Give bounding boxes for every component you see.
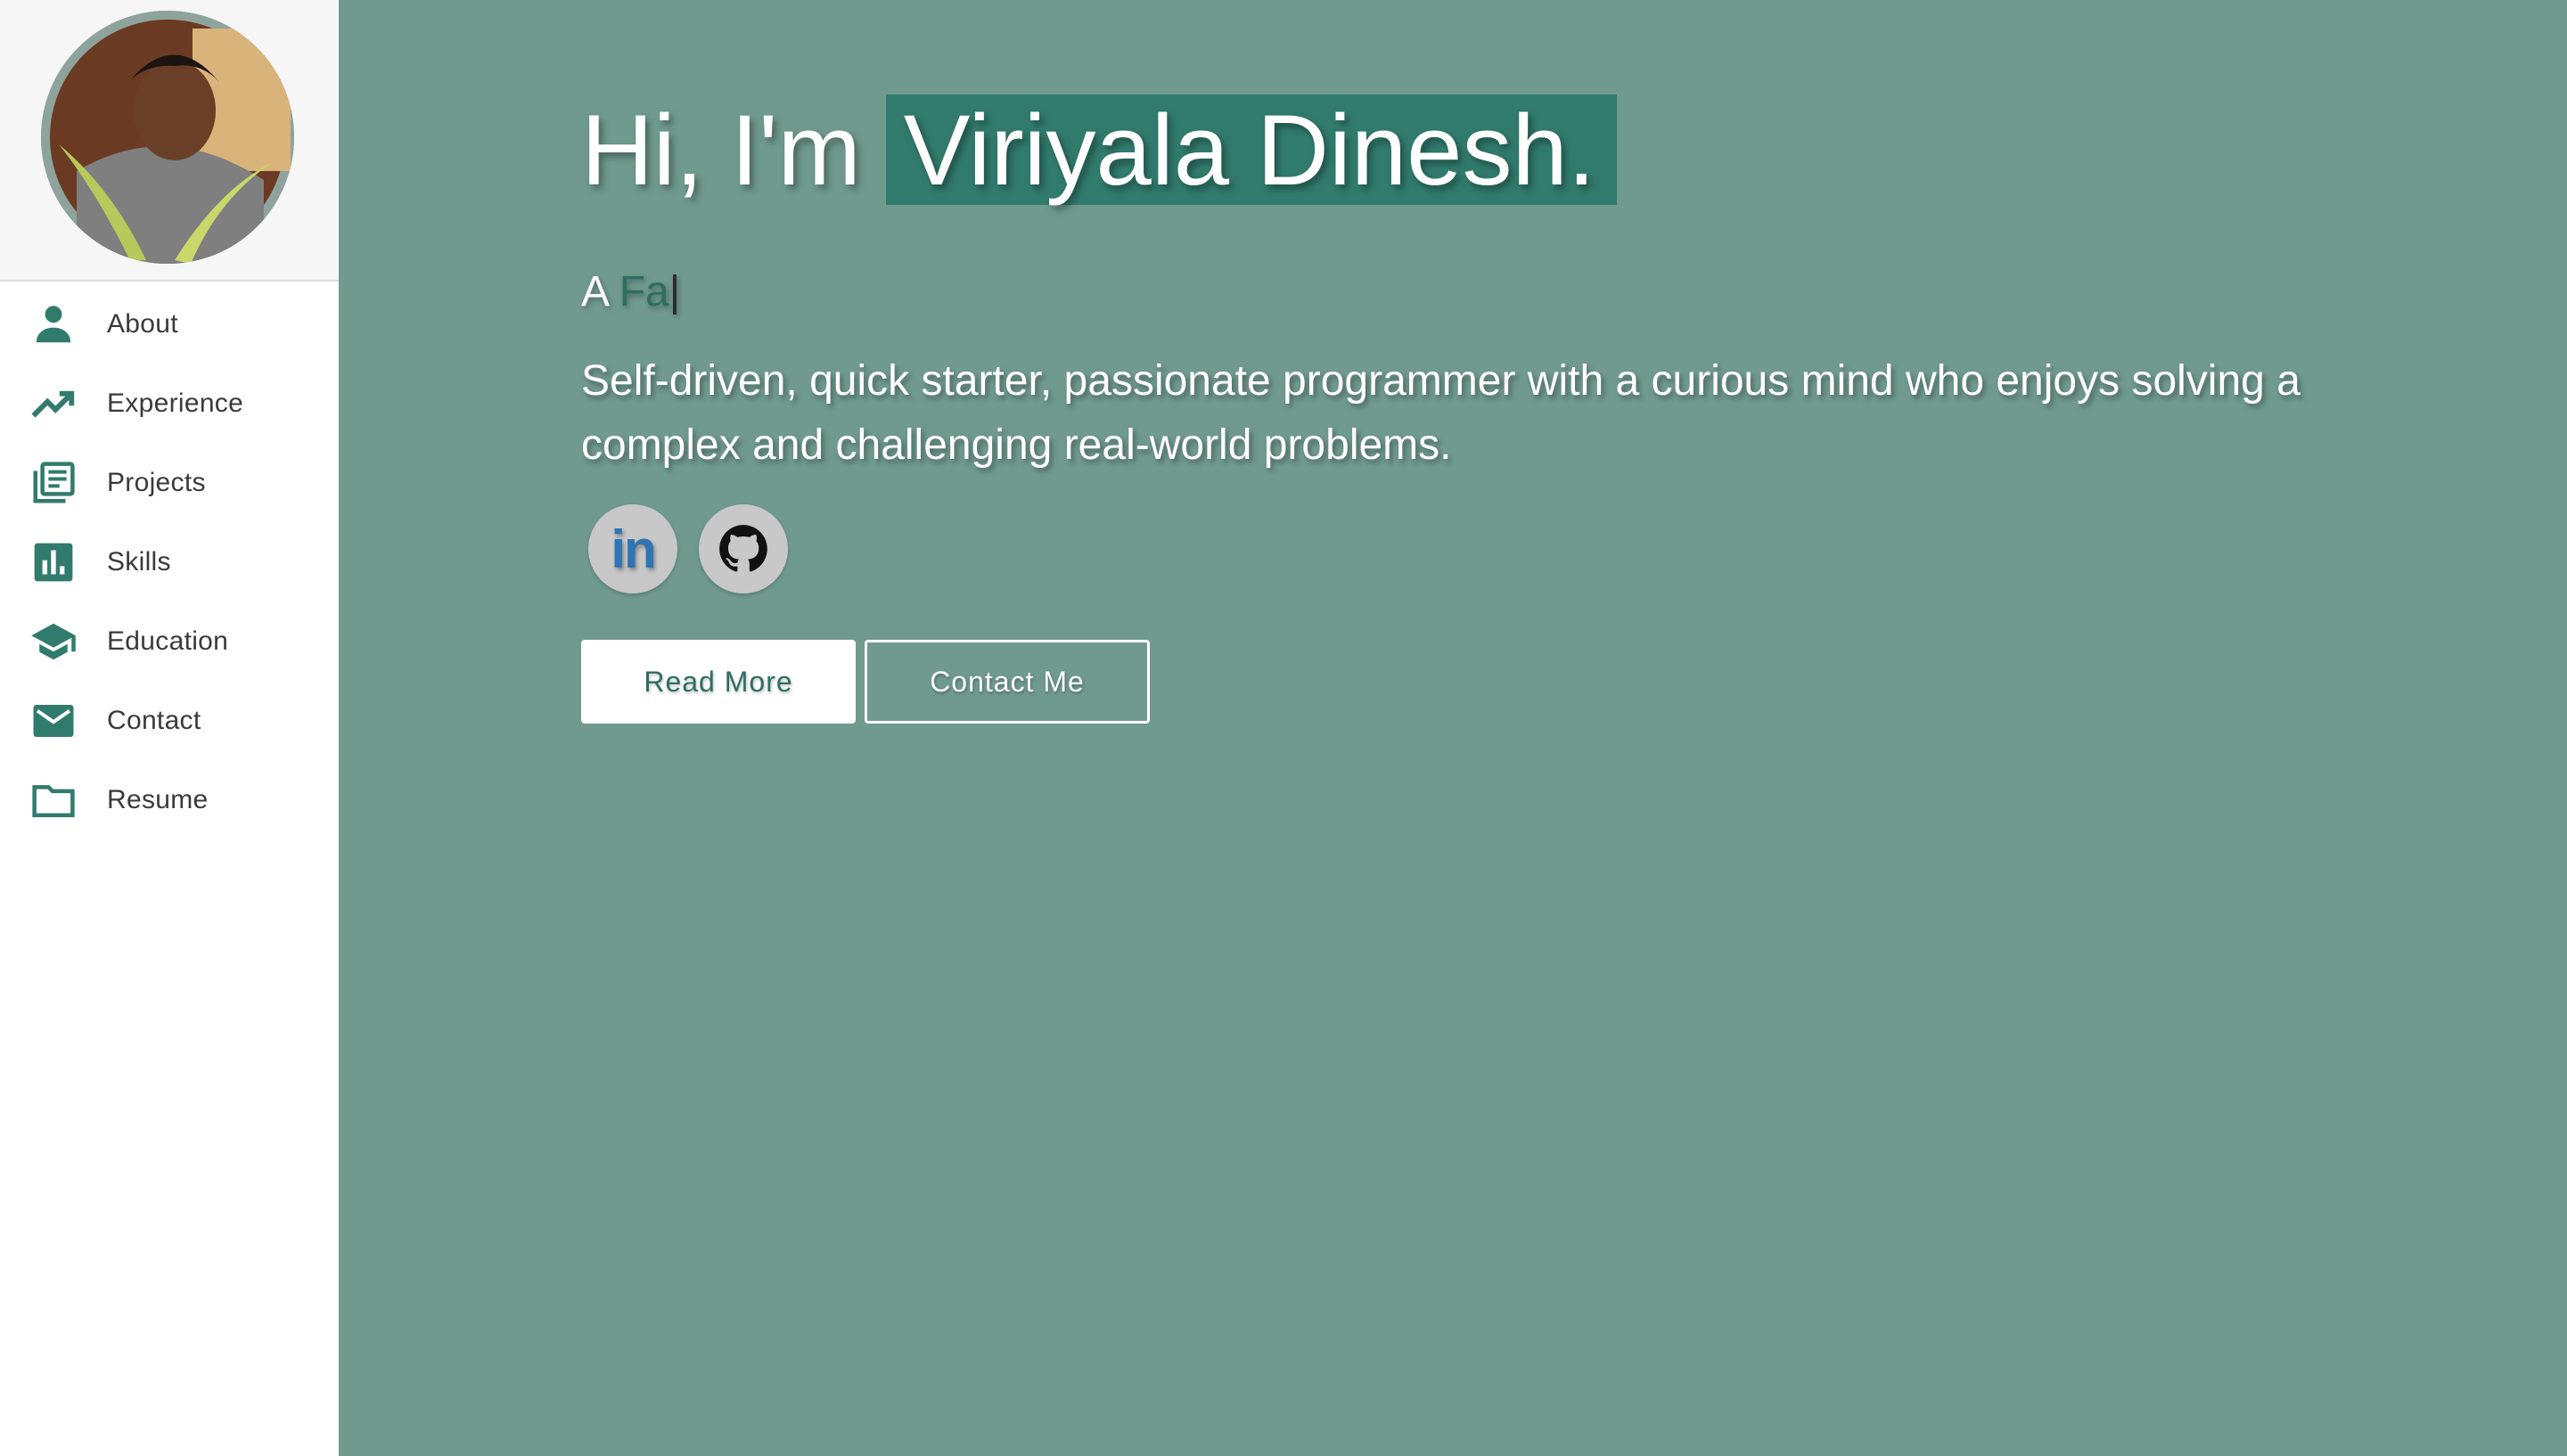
social-links: in bbox=[588, 504, 809, 593]
hero-description: Self-driven, quick starter, passionate p… bbox=[581, 357, 2300, 469]
sidebar-item-label: Resume bbox=[107, 785, 209, 814]
read-more-button[interactable]: Read More bbox=[581, 640, 856, 724]
sidebar-item-label: Projects bbox=[107, 468, 206, 497]
typed-role: A Fa| bbox=[581, 267, 680, 316]
hero-greeting: Hi, I'm bbox=[581, 94, 861, 206]
profile-header bbox=[0, 0, 339, 282]
typed-text: Fa bbox=[619, 268, 669, 315]
hero-title: Hi, I'm Viriyala Dinesh. bbox=[581, 89, 1617, 210]
folder-icon bbox=[29, 775, 78, 825]
person-icon bbox=[29, 299, 78, 349]
sidebar-item-experience[interactable]: Experience bbox=[0, 368, 339, 439]
sidebar-item-label: Contact bbox=[107, 706, 201, 735]
typed-prefix: A bbox=[581, 268, 608, 315]
sidebar-item-label: Skills bbox=[107, 547, 171, 577]
hero-name: Viriyala Dinesh. bbox=[885, 94, 1617, 206]
profile-photo bbox=[41, 11, 294, 264]
graduation-cap-icon bbox=[29, 617, 78, 667]
typed-cursor: | bbox=[668, 268, 681, 315]
contact-me-button[interactable]: Contact Me bbox=[865, 640, 1150, 724]
sidebar-item-about[interactable]: About bbox=[0, 289, 339, 360]
bar-chart-icon bbox=[29, 537, 78, 587]
sidebar-item-label: Education bbox=[107, 626, 229, 656]
mail-icon bbox=[29, 696, 78, 746]
sidebar-item-projects[interactable]: Projects bbox=[0, 447, 339, 519]
library-books-icon bbox=[29, 458, 78, 508]
sidebar-item-label: Experience bbox=[107, 389, 244, 418]
avatar bbox=[41, 11, 294, 264]
hero-section: Hi, I'm Viriyala Dinesh. A Fa| Self-driv… bbox=[339, 0, 2567, 1456]
sidebar-item-resume[interactable]: Resume bbox=[0, 765, 339, 836]
trending-up-icon bbox=[29, 379, 78, 429]
sidebar-item-label: About bbox=[107, 309, 178, 339]
sidebar-item-contact[interactable]: Contact bbox=[0, 685, 339, 757]
github-button[interactable] bbox=[699, 504, 788, 593]
sidebar-item-education[interactable]: Education bbox=[0, 606, 339, 677]
sidebar-item-skills[interactable]: Skills bbox=[0, 527, 339, 598]
linkedin-button[interactable]: in bbox=[588, 504, 677, 593]
linkedin-icon: in bbox=[611, 519, 656, 579]
sidebar: About Experience Projects Skills Educati… bbox=[0, 0, 339, 1456]
github-icon bbox=[719, 525, 767, 572]
